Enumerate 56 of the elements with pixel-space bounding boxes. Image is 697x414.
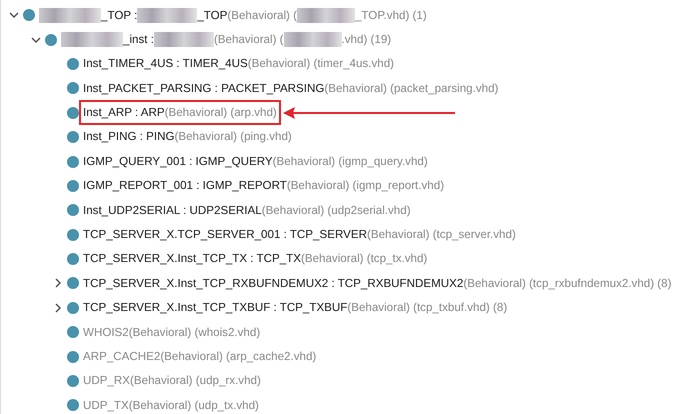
- blurred-text: [284, 32, 342, 48]
- instance-name[interactable]: Inst_ARP : ARP: [83, 104, 165, 122]
- module-detail[interactable]: (Behavioral) (tcp_txbuf.vhd) (8): [347, 299, 508, 317]
- module-detail[interactable]: (Behavioral) (ping.vhd): [174, 128, 292, 146]
- module-detail[interactable]: ARP_CACHE2(Behavioral) (arp_cache2.vhd): [83, 348, 316, 366]
- instance-name[interactable]: Inst_PING : PING: [83, 128, 174, 146]
- module-detail[interactable]: (Behavioral) (: [227, 6, 297, 24]
- instance-name[interactable]: IGMP_QUERY_001 : IGMP_QUERY: [83, 152, 273, 170]
- instance-name[interactable]: _inst :: [123, 30, 154, 48]
- blurred-text: [154, 32, 214, 48]
- module-dot-icon: [67, 375, 79, 388]
- module-dot-icon: [67, 106, 79, 119]
- module-dot-icon: [67, 326, 79, 338]
- instance-name[interactable]: IGMP_REPORT_001 : IGMP_REPORT: [83, 177, 287, 195]
- instance-name[interactable]: Inst_TIMER_4US : TIMER_4US: [83, 55, 248, 73]
- module-dot-icon: [67, 180, 79, 192]
- module-detail[interactable]: (Behavioral) (timer_4us.vhd): [248, 55, 394, 73]
- module-dot-icon: [67, 82, 79, 94]
- module-detail[interactable]: _TOP.vhd) (1): [354, 6, 427, 24]
- module-dot-icon: [67, 58, 79, 70]
- instance-name[interactable]: TCP_SERVER_X.Inst_TCP_TX : TCP_TX: [83, 250, 301, 268]
- module-detail[interactable]: (Behavioral) (packet_parsing.vhd): [324, 80, 498, 98]
- module-dot-icon: [45, 34, 57, 46]
- module-dot-icon: [67, 399, 79, 412]
- module-detail[interactable]: (Behavioral) (igmp_report.vhd): [286, 177, 444, 195]
- module-detail[interactable]: (Behavioral) (udp2serial.vhd): [262, 202, 411, 220]
- blurred-text: [137, 8, 198, 23]
- module-dot-icon: [67, 131, 79, 144]
- module-detail[interactable]: UDP_TX(Behavioral) (udp_tx.vhd): [83, 396, 259, 414]
- module-detail[interactable]: (Behavioral) (tcp_tx.vhd): [301, 250, 428, 268]
- module-detail[interactable]: (Behavioral) (arp.vhd): [164, 104, 277, 122]
- instance-name[interactable]: TCP_SERVER_X.Inst_TCP_TXBUF : TCP_TXBUF: [83, 299, 348, 317]
- module-dot-icon: [67, 253, 79, 266]
- instance-name[interactable]: _TOP: [197, 6, 228, 24]
- module-detail[interactable]: UDP_RX(Behavioral) (udp_rx.vhd): [83, 372, 261, 390]
- module-detail[interactable]: (Behavioral) (tcp_server.vhd): [366, 226, 516, 244]
- module-detail[interactable]: (Behavioral) (tcp_rxbufndemux2.vhd) (8): [463, 274, 672, 292]
- blurred-text: [61, 32, 123, 48]
- module-dot-icon: [67, 277, 79, 290]
- module-dot-icon: [23, 9, 35, 22]
- module-detail[interactable]: .vhd) (19): [342, 30, 392, 48]
- module-dot-icon: [67, 350, 79, 363]
- blurred-text: [39, 8, 101, 23]
- module-detail[interactable]: (Behavioral) (igmp_query.vhd): [272, 152, 428, 170]
- module-dot-icon: [67, 228, 79, 241]
- instance-name[interactable]: Inst_PACKET_PARSING : PACKET_PARSING: [83, 80, 324, 98]
- module-dot-icon: [67, 156, 79, 168]
- module-dot-icon: [67, 204, 79, 216]
- instance-name[interactable]: Inst_UDP2SERIAL : UDP2SERIAL: [83, 202, 262, 220]
- module-detail[interactable]: WHOIS2(Behavioral) (whois2.vhd): [83, 324, 260, 341]
- blurred-text: [296, 8, 355, 23]
- instance-name[interactable]: TCP_SERVER_X.Inst_TCP_RXBUFNDEMUX2 : TCP_RXBUFNDEMUX2: [83, 274, 464, 292]
- module-detail[interactable]: (Behavioral) (: [214, 30, 284, 48]
- instance-name[interactable]: _TOP :: [101, 6, 138, 24]
- instance-name[interactable]: TCP_SERVER_X.TCP_SERVER_001 : TCP_SERVER: [83, 226, 367, 244]
- module-dot-icon: [67, 302, 79, 314]
